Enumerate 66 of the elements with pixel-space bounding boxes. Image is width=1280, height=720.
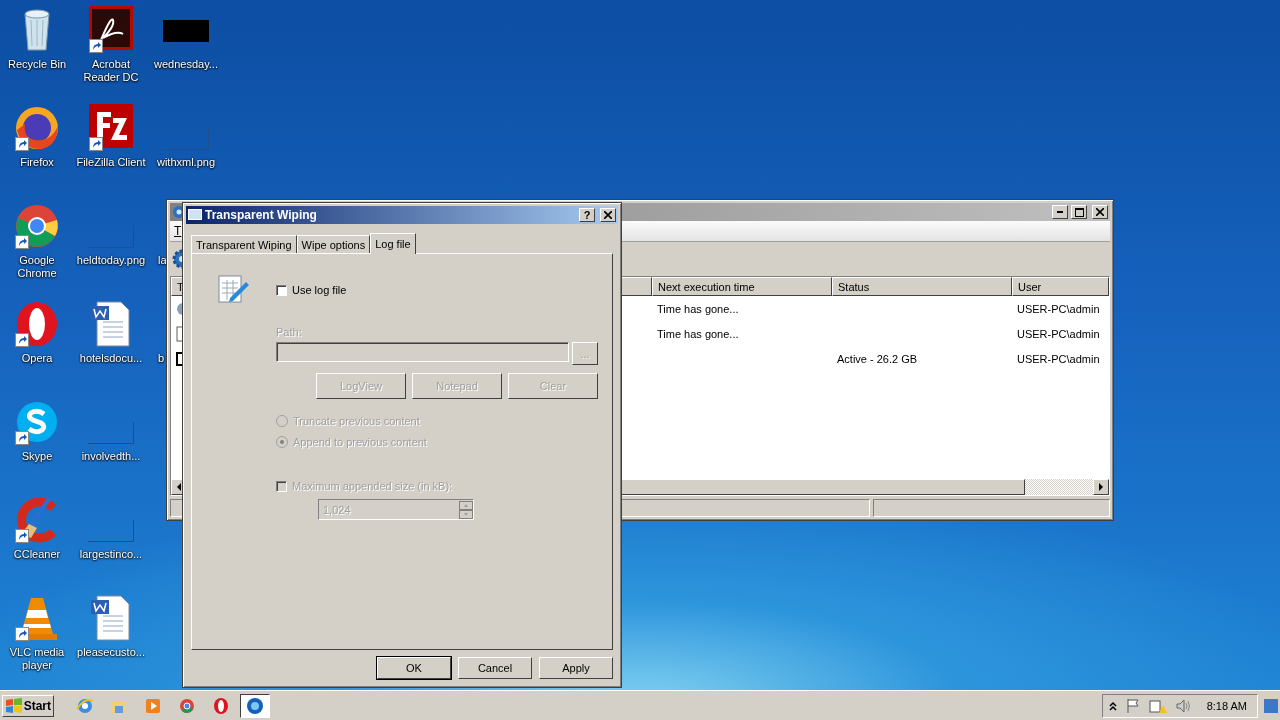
- column-header[interactable]: User: [1012, 277, 1109, 296]
- desktop-icon-label[interactable]: withxml.png: [156, 156, 216, 169]
- clock[interactable]: 8:18 AM: [1206, 699, 1247, 712]
- play-icon: [144, 696, 162, 715]
- dialog-button[interactable]: OK: [377, 657, 451, 679]
- monitor-icon: [188, 209, 202, 221]
- tab[interactable]: Transparent Wiping: [191, 235, 297, 253]
- table-cell-text: Active - 26.2 GB: [836, 351, 919, 367]
- dialog-title: Transparent Wiping: [205, 208, 318, 222]
- spin-down-icon: [459, 509, 473, 519]
- speaker-icon[interactable]: [1174, 697, 1191, 714]
- maximize-button[interactable]: [1071, 205, 1087, 219]
- tab[interactable]: Wipe options: [296, 235, 371, 253]
- desktop-icon-label[interactable]: Acrobat Reader DC: [83, 58, 139, 84]
- dialog-button[interactable]: Apply: [539, 657, 613, 679]
- desktop-icon-label[interactable]: involvedth...: [81, 450, 141, 463]
- table-cell-text: USER-PC\admin: [1016, 301, 1101, 317]
- opera-icon: [212, 696, 230, 715]
- checkbox-label: Use log file: [292, 284, 347, 296]
- desktop-icon-label[interactable]: Skype: [21, 450, 53, 463]
- help-button[interactable]: ?: [579, 208, 595, 222]
- desktop-icon-label[interactable]: Recycle Bin: [7, 58, 67, 71]
- taskbar-app-button[interactable]: [240, 693, 270, 718]
- column-header[interactable]: Status: [832, 277, 1012, 296]
- spin-up-icon: [459, 500, 473, 510]
- table-cell-text: USER-PC\admin: [1016, 326, 1101, 342]
- column-header[interactable]: Next execution time: [652, 277, 832, 296]
- internet-explorer-icon: [76, 696, 94, 715]
- desktop-icon-label[interactable]: Google Chrome: [17, 254, 57, 280]
- log-edit-icon: [218, 274, 250, 304]
- close-icon: [1096, 208, 1104, 216]
- checkbox[interactable]: [276, 284, 287, 296]
- desktop-icon-label[interactable]: largestinco...: [79, 548, 143, 561]
- table-cell-text: Time has gone...: [656, 301, 740, 317]
- desktop-icon-label[interactable]: heldtoday.png: [76, 254, 146, 267]
- tab[interactable]: Log file: [370, 233, 416, 254]
- desktop-icon-label[interactable]: wednesday...: [154, 58, 218, 71]
- desktop-icon-label[interactable]: la: [158, 254, 167, 267]
- maximize-icon: [1074, 207, 1084, 217]
- desktop-icon-label[interactable]: VLC media player: [9, 646, 65, 672]
- windows-flag-icon: [5, 697, 22, 714]
- desktop-icon-label[interactable]: Firefox: [20, 156, 54, 169]
- chrome-icon: [178, 696, 196, 715]
- desktop-icon-label[interactable]: Opera: [21, 352, 53, 365]
- desktop-icon-label[interactable]: b: [158, 352, 165, 365]
- close-button[interactable]: [600, 208, 616, 222]
- network-warning-icon[interactable]: [1148, 697, 1167, 714]
- right-arrow-icon: [1098, 483, 1104, 491]
- dialog-button[interactable]: Cancel: [458, 657, 532, 679]
- minimize-icon: [1057, 211, 1063, 213]
- table-cell-text: Time has gone...: [656, 326, 740, 342]
- flag-icon[interactable]: [1124, 697, 1141, 714]
- gear-globe-icon: [246, 696, 264, 715]
- close-icon: [604, 211, 612, 219]
- chevron-up-icon[interactable]: [1108, 700, 1117, 711]
- desktop-icon-label[interactable]: hotelsdocu...: [79, 352, 143, 365]
- close-button[interactable]: [1092, 205, 1108, 219]
- show-desktop-icon[interactable]: [1264, 696, 1278, 715]
- desktop-icon-label[interactable]: pleasecusto...: [77, 646, 145, 659]
- desktop-icon-label[interactable]: CCleaner: [13, 548, 61, 561]
- left-arrow-icon: [176, 483, 182, 491]
- start-button[interactable]: Start: [2, 694, 54, 717]
- table-cell-text: USER-PC\admin: [1016, 351, 1101, 367]
- minimize-button[interactable]: [1052, 205, 1068, 219]
- menu-item[interactable]: T: [174, 224, 182, 238]
- desktop-icon-label[interactable]: FileZilla Client: [76, 156, 146, 169]
